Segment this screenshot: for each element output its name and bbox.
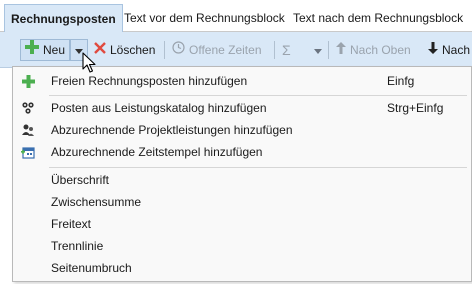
menu-item-heading[interactable]: Überschrift [14, 169, 470, 191]
menu-item-label: Überschrift [51, 173, 110, 187]
toolbar-divider [164, 41, 165, 59]
mouse-cursor-icon [82, 52, 96, 77]
new-button-label: Neu [43, 43, 66, 57]
toolbar: Neu Löschen Offene Zeiten Σ Nach Oben Na… [0, 32, 472, 68]
menu-item-label: Freien Rechnungsposten hinzufügen [51, 74, 248, 88]
menu-item-shortcut: Strg+Einfg [387, 101, 444, 115]
toolbar-divider [274, 41, 275, 59]
move-up-label: Nach Oben [350, 43, 411, 57]
arrow-up-icon [336, 40, 346, 60]
tab-text-nach[interactable]: Text nach dem Rechnungsblock [287, 4, 469, 32]
menu-item-project-services[interactable]: Abzurechnende Projektleistungen hinzufüg… [14, 119, 470, 141]
menu-item-subtotal[interactable]: Zwischensumme [14, 191, 470, 213]
move-up-button[interactable]: Nach Oben [336, 39, 411, 61]
menu-item-timestamps[interactable]: Abzurechnende Zeitstempel hinzufügen [14, 141, 470, 163]
menu-item-page-break[interactable]: Seitenumbruch [14, 257, 470, 279]
menu-item-label: Abzurechnende Projektleistungen hinzufüg… [51, 123, 293, 137]
menu-item-catalog[interactable]: Posten aus Leistungskatalog hinzufügen S… [14, 97, 470, 119]
plus-icon [25, 40, 39, 60]
menu-separator [49, 95, 467, 96]
menu-item-divider-line[interactable]: Trennlinie [14, 235, 470, 257]
new-dropdown-menu: Freien Rechnungsposten hinzufügen Einfg … [12, 66, 472, 282]
open-times-label: Offene Zeiten [189, 43, 262, 57]
menu-item-free-text[interactable]: Freitext [14, 213, 470, 235]
toolbar-divider [328, 41, 329, 59]
sum-dropdown-button[interactable] [314, 39, 322, 61]
menu-item-label: Seitenumbruch [51, 261, 132, 275]
calendar-add-icon [20, 144, 36, 160]
tab-text-vor[interactable]: Text vor dem Rechnungsblock [118, 4, 291, 32]
menu-item-shortcut: Einfg [387, 74, 415, 88]
sum-button[interactable]: Σ [282, 39, 291, 61]
catalog-icon [20, 100, 36, 116]
tab-rechnungsposten[interactable]: Rechnungsposten [4, 4, 123, 32]
delete-button[interactable]: Löschen [94, 39, 155, 61]
chevron-down-icon [314, 40, 322, 60]
project-users-icon [20, 122, 36, 138]
move-down-label: Nach [442, 43, 471, 57]
menu-separator [49, 167, 467, 168]
plus-icon [20, 73, 36, 89]
arrow-down-icon [428, 40, 438, 60]
move-down-button[interactable]: Nach [428, 39, 470, 61]
menu-item-label: Freitext [51, 217, 92, 231]
clock-icon [172, 40, 185, 60]
menu-item-label: Zwischensumme [51, 195, 142, 209]
menu-item-label: Trennlinie [51, 239, 104, 253]
sigma-icon: Σ [282, 42, 291, 58]
menu-item-label: Posten aus Leistungskatalog hinzufügen [51, 101, 267, 115]
new-button[interactable]: Neu [20, 39, 71, 61]
open-times-button[interactable]: Offene Zeiten [172, 39, 262, 61]
menu-item-label: Abzurechnende Zeitstempel hinzufügen [51, 145, 263, 159]
delete-button-label: Löschen [110, 43, 156, 57]
tab-strip: Rechnungsposten Text vor dem Rechnungsbl… [0, 0, 472, 32]
